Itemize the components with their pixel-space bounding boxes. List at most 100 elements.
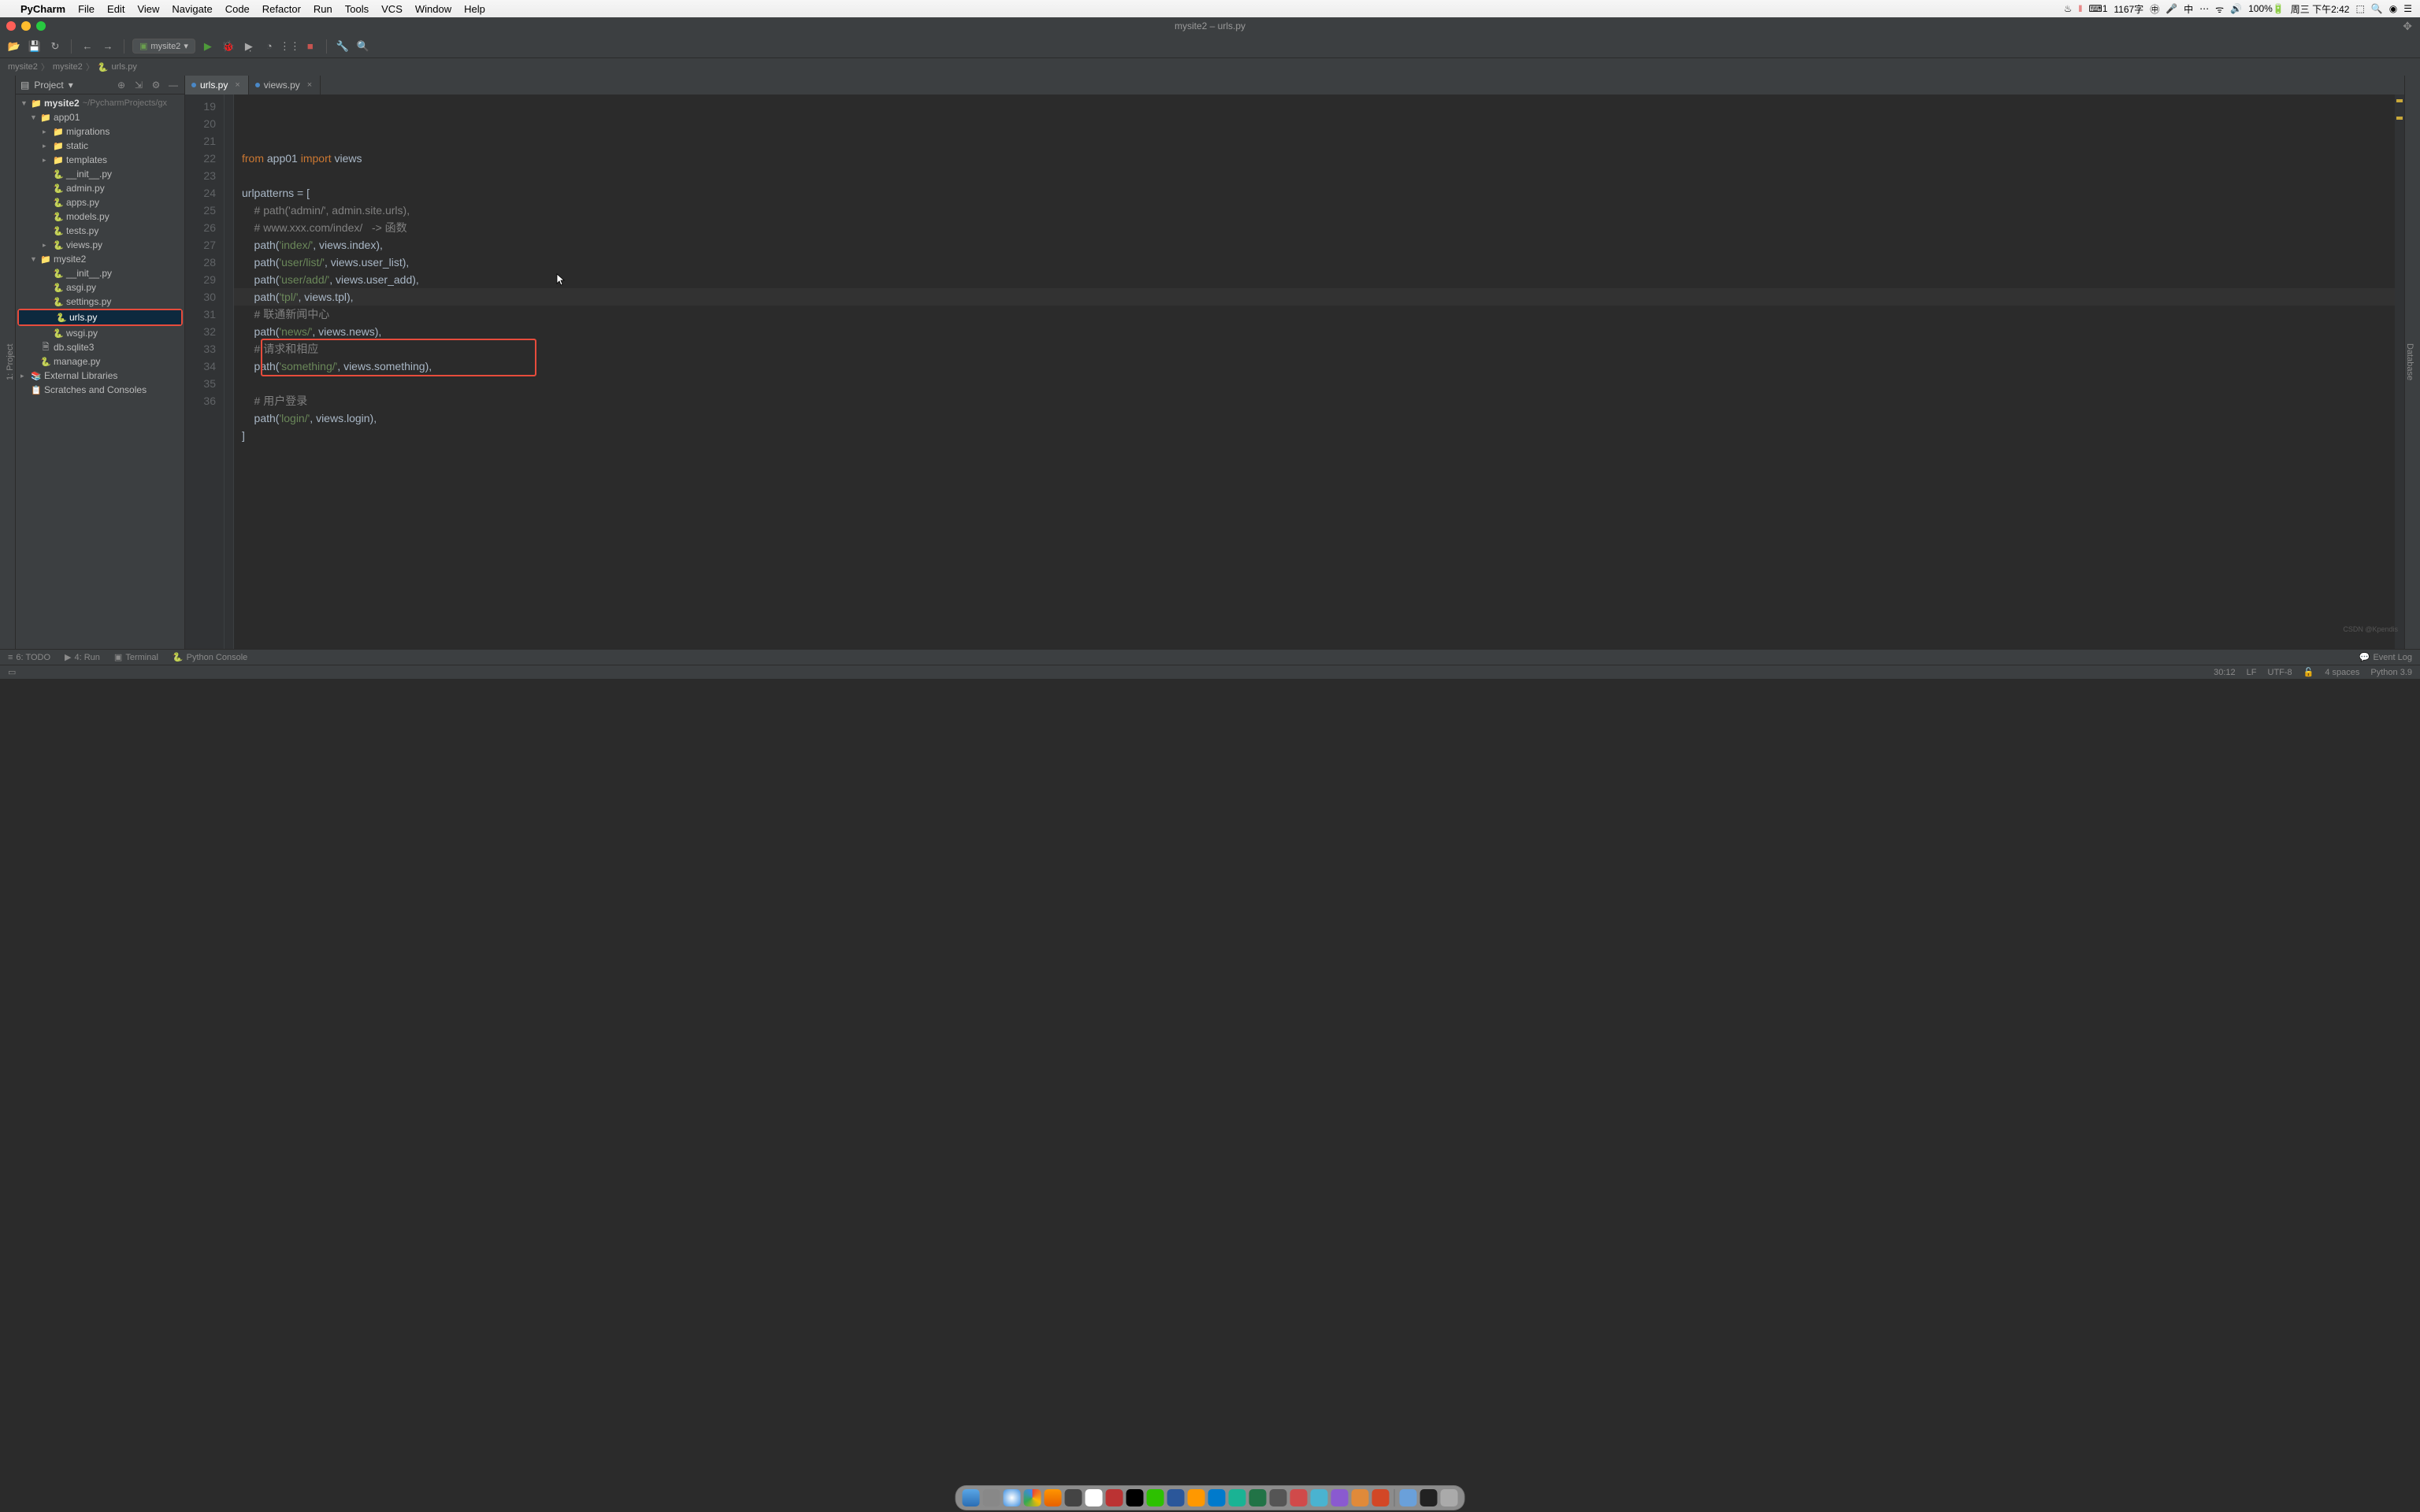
readonly-icon[interactable]: 🔓 — [2303, 667, 2314, 677]
expand-icon[interactable]: ⇲ — [132, 80, 145, 91]
warning-marker[interactable] — [2396, 117, 2403, 120]
wifi-icon[interactable]: ᯤ — [2215, 2, 2224, 16]
crumb-folder[interactable]: mysite2 — [53, 62, 83, 72]
dock-folder[interactable] — [1400, 1489, 1417, 1506]
close-icon[interactable]: × — [307, 80, 312, 90]
dock-trash[interactable] — [1441, 1489, 1458, 1506]
settings-icon[interactable]: 🔧 — [335, 39, 351, 54]
dock-app5[interactable] — [1290, 1489, 1308, 1506]
tree-views[interactable]: ▸🐍views.py — [16, 238, 184, 252]
crumb-file[interactable]: urls.py — [112, 62, 137, 72]
tree-migrations[interactable]: ▸📁migrations — [16, 124, 184, 139]
tree-wsgi[interactable]: 🐍wsgi.py — [16, 326, 184, 340]
tree-settings[interactable]: 🐍settings.py — [16, 295, 184, 309]
menu-file[interactable]: File — [78, 3, 95, 15]
fold-gutter[interactable] — [225, 94, 234, 649]
tree-root[interactable]: ▼📁mysite2~/PycharmProjects/gx — [16, 96, 184, 110]
clock[interactable]: 周三 下午2:42 — [2291, 2, 2350, 16]
siri-icon[interactable]: ◉ — [2389, 3, 2397, 14]
target-icon[interactable]: ⊕ — [115, 80, 128, 91]
dock-vscode[interactable] — [1208, 1489, 1226, 1506]
tree-init2[interactable]: 🐍__init__.py — [16, 266, 184, 280]
crosshair-icon[interactable]: ✥ — [2403, 20, 2412, 33]
dock-terminal[interactable] — [1420, 1489, 1438, 1506]
tab-urls[interactable]: urls.py× — [185, 76, 249, 94]
menu-vcs[interactable]: VCS — [381, 3, 403, 15]
dock-safari[interactable] — [1004, 1489, 1021, 1506]
dock-app6[interactable] — [1311, 1489, 1328, 1506]
tool-python-console[interactable]: 🐍 Python Console — [173, 652, 247, 662]
tree-tests[interactable]: 🐍tests.py — [16, 224, 184, 238]
dock-ppt[interactable] — [1372, 1489, 1390, 1506]
dock-firefox[interactable] — [1045, 1489, 1062, 1506]
tree-manage[interactable]: 🐍manage.py — [16, 354, 184, 369]
dock-launchpad[interactable] — [983, 1489, 1000, 1506]
dock-chrome[interactable] — [1024, 1489, 1041, 1506]
menu-tools[interactable]: Tools — [345, 3, 369, 15]
minimize-window[interactable] — [21, 21, 31, 31]
dock-app7[interactable] — [1331, 1489, 1349, 1506]
close-window[interactable] — [6, 21, 16, 31]
indent[interactable]: 4 spaces — [2325, 668, 2359, 677]
run-icon[interactable]: ▶ — [200, 39, 216, 54]
interpreter[interactable]: Python 3.9 — [2370, 668, 2412, 677]
menu-navigate[interactable]: Navigate — [172, 3, 212, 15]
cursor-position[interactable]: 30:12 — [2214, 668, 2236, 677]
app-name[interactable]: PyCharm — [20, 3, 65, 15]
app-icon[interactable]: ⬚ — [2355, 3, 2364, 14]
stripe-database[interactable]: Database — [2405, 80, 2414, 644]
tree-static[interactable]: ▸📁static — [16, 139, 184, 153]
dock-calendar[interactable] — [1086, 1489, 1103, 1506]
tree-mysite2[interactable]: ▼📁mysite2 — [16, 252, 184, 266]
stripe-project[interactable]: 1: Project — [6, 80, 15, 644]
stop-icon[interactable]: ■ — [302, 39, 318, 54]
gear-icon[interactable]: ⚙ — [150, 80, 162, 91]
tree-apps[interactable]: 🐍apps.py — [16, 195, 184, 209]
project-tree[interactable]: ▼📁mysite2~/PycharmProjects/gx ▼📁app01 ▸📁… — [16, 94, 184, 649]
encoding[interactable]: UTF-8 — [2268, 668, 2292, 677]
save-icon[interactable]: 💾 — [27, 39, 43, 54]
warning-marker[interactable] — [2396, 99, 2403, 102]
tree-asgi[interactable]: 🐍asgi.py — [16, 280, 184, 295]
volume-icon[interactable]: 🔊 — [2230, 3, 2242, 14]
lang-icon[interactable]: 中 — [2184, 2, 2193, 16]
sync-icon[interactable]: ↻ — [47, 39, 63, 54]
dock-app1[interactable] — [1065, 1489, 1082, 1506]
coverage-icon[interactable]: ▶̣ — [241, 39, 257, 54]
minimize-icon[interactable]: — — [167, 80, 180, 91]
tool-event-log[interactable]: 💬 Event Log — [2359, 652, 2412, 662]
menu-window[interactable]: Window — [415, 3, 451, 15]
status-icon[interactable]: ♨ — [2064, 3, 2073, 14]
input-icon[interactable]: ㊥ — [2150, 2, 2159, 16]
tree-db[interactable]: 🗎db.sqlite3 — [16, 340, 184, 354]
back-icon[interactable]: ← — [80, 39, 95, 54]
debug-icon[interactable]: 🐞 — [221, 39, 236, 54]
code-editor[interactable]: 192021222324252627282930313233343536 fro… — [185, 94, 2404, 649]
dock-app2[interactable] — [1106, 1489, 1123, 1506]
menu-edit[interactable]: Edit — [107, 3, 124, 15]
menu-help[interactable]: Help — [464, 3, 485, 15]
tree-app01[interactable]: ▼📁app01 — [16, 110, 184, 124]
tree-init1[interactable]: 🐍__init__.py — [16, 167, 184, 181]
menu-refactor[interactable]: Refactor — [262, 3, 301, 15]
dock-pycharm[interactable] — [1126, 1489, 1144, 1506]
code-area[interactable]: from app01 import views urlpatterns = [ … — [234, 94, 2395, 649]
tool-terminal[interactable]: ▣ Terminal — [114, 652, 158, 662]
line-separator[interactable]: LF — [2247, 668, 2257, 677]
crumb-root[interactable]: mysite2 — [8, 62, 38, 72]
tool-run[interactable]: ▶ 4: Run — [65, 652, 100, 662]
tab-views[interactable]: views.py× — [249, 76, 321, 94]
dock-app3[interactable] — [1229, 1489, 1246, 1506]
tool-todo[interactable]: ≡ 6: TODO — [8, 653, 50, 662]
dock-finder[interactable] — [963, 1489, 980, 1506]
tree-templates[interactable]: ▸📁templates — [16, 153, 184, 167]
project-title[interactable]: Project — [34, 80, 63, 91]
notif-icon[interactable]: ☰ — [2403, 3, 2412, 14]
tree-scratches[interactable]: 📋Scratches and Consoles — [16, 383, 184, 397]
tree-extlib[interactable]: ▸📚External Libraries — [16, 369, 184, 383]
profile-icon[interactable]: ◔ — [262, 39, 277, 54]
concurrency-icon[interactable]: ⋮⋮ — [282, 39, 298, 54]
dock-word[interactable] — [1167, 1489, 1185, 1506]
menu-code[interactable]: Code — [225, 3, 250, 15]
run-config-selector[interactable]: ▣ mysite2 ▾ — [132, 39, 195, 54]
